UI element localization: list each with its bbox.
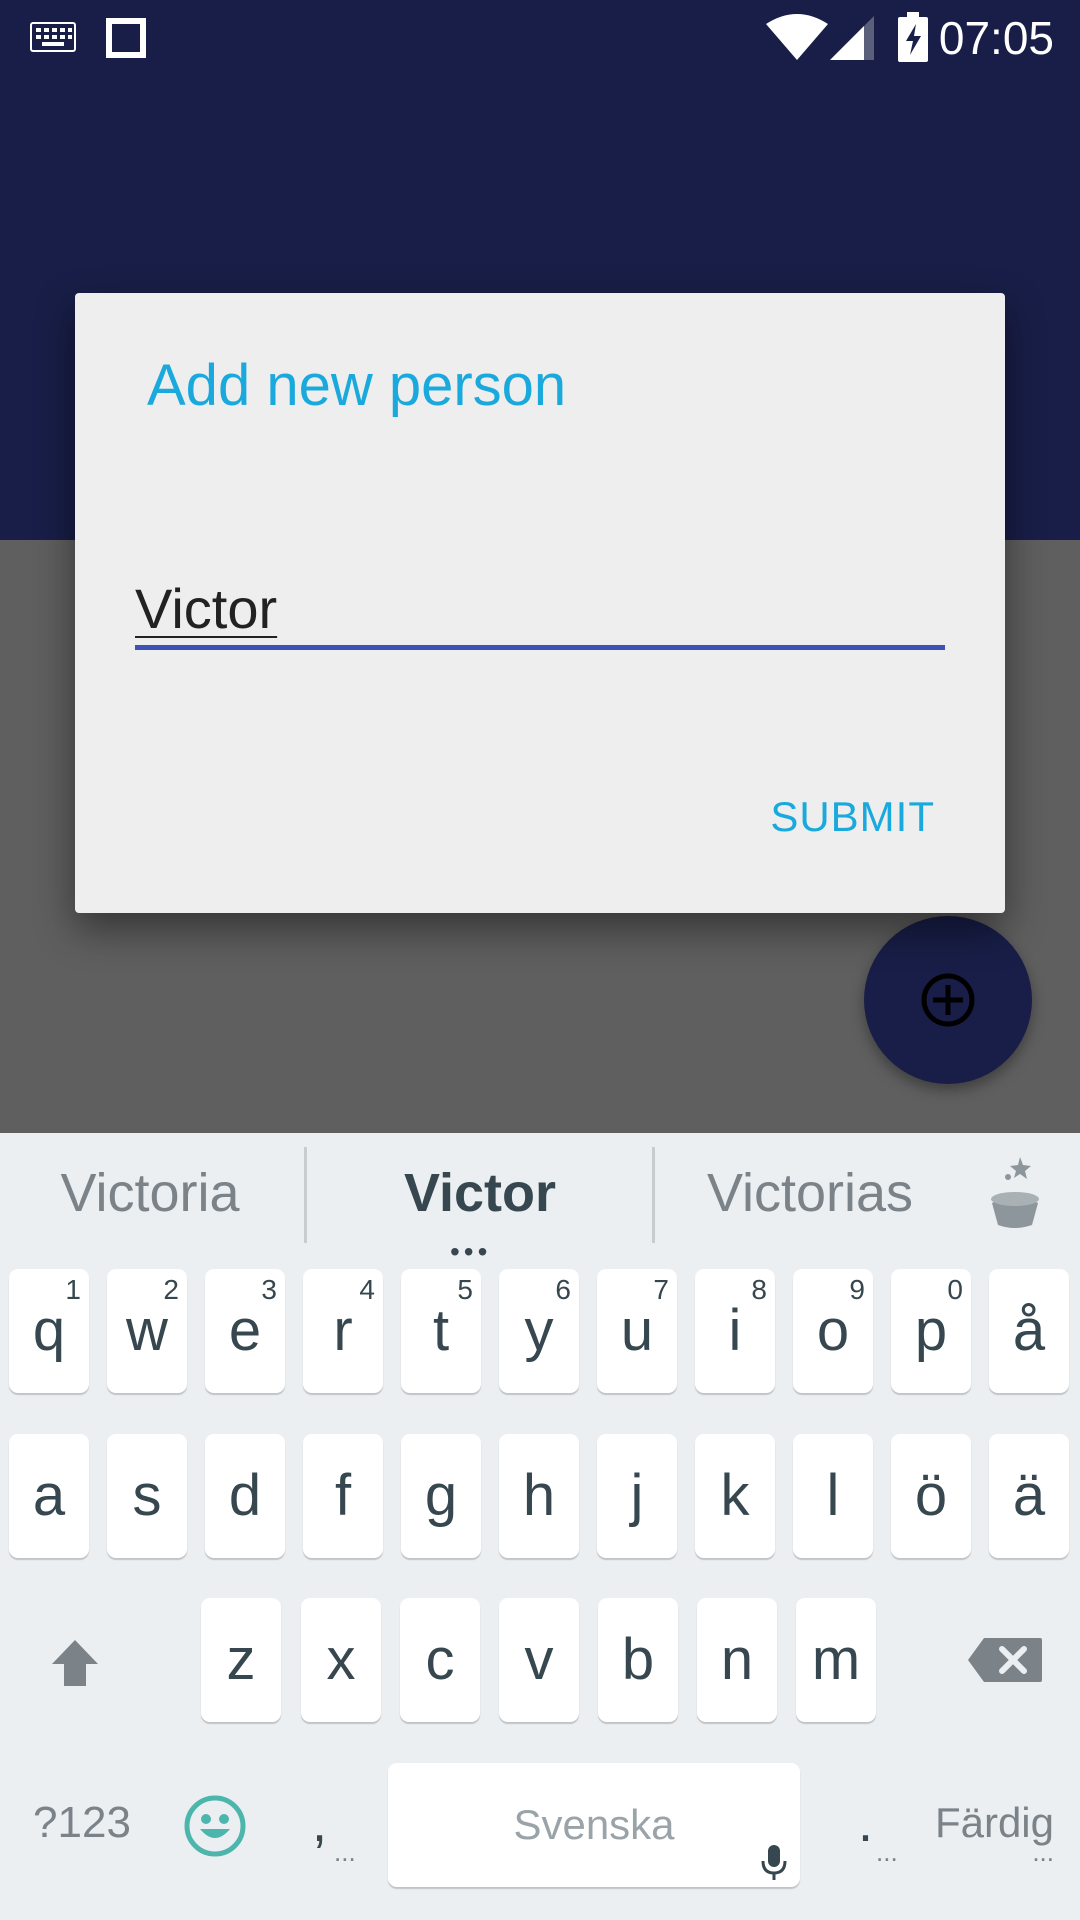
key-hint: 6: [555, 1274, 571, 1305]
soft-keyboard: Victoria Victor ••• Victorias ?123 , ...: [0, 1133, 1080, 1920]
key-h[interactable]: h: [499, 1434, 579, 1558]
suggestion-divider: [304, 1147, 307, 1243]
suggestion-center[interactable]: Victor: [320, 1153, 640, 1233]
key-å[interactable]: å: [989, 1269, 1069, 1393]
status-bar: 07:05: [0, 0, 1080, 76]
key-label: u: [620, 1298, 654, 1363]
battery-charging-icon: [898, 12, 928, 62]
backspace-key[interactable]: [968, 1638, 1042, 1682]
magic-hat-icon[interactable]: [984, 1155, 1046, 1231]
period-key[interactable]: . ...: [846, 1783, 916, 1893]
key-hint: 9: [849, 1274, 865, 1305]
key-p[interactable]: p0: [891, 1269, 971, 1393]
key-f[interactable]: f: [303, 1434, 383, 1558]
emoji-icon[interactable]: [184, 1795, 246, 1857]
key-n[interactable]: n: [697, 1598, 777, 1722]
key-hint: 1: [65, 1274, 81, 1305]
key-i[interactable]: i8: [695, 1269, 775, 1393]
wifi-icon: [766, 14, 828, 60]
key-hint: 5: [457, 1274, 473, 1305]
key-label: w: [126, 1298, 168, 1363]
key-x[interactable]: x: [301, 1598, 381, 1722]
mic-icon: [761, 1845, 787, 1880]
key-d[interactable]: d: [205, 1434, 285, 1558]
key-hint: 8: [751, 1274, 767, 1305]
key-l[interactable]: l: [793, 1434, 873, 1558]
suggestion-divider: [652, 1147, 655, 1243]
clock: 07:05: [938, 12, 1054, 64]
space-label: Svenska: [513, 1801, 675, 1848]
key-o[interactable]: o9: [793, 1269, 873, 1393]
submit-button[interactable]: SUBMIT: [770, 791, 935, 843]
key-v[interactable]: v: [499, 1598, 579, 1722]
key-ö[interactable]: ö: [891, 1434, 971, 1558]
suggestion-left[interactable]: Victoria: [30, 1153, 270, 1233]
key-label: q: [32, 1298, 66, 1363]
key-k[interactable]: k: [695, 1434, 775, 1558]
dialog-title: Add new person: [147, 353, 567, 418]
key-q[interactable]: q1: [9, 1269, 89, 1393]
comma-more: ...: [334, 1837, 356, 1867]
add-circle-icon: [921, 973, 975, 1027]
key-hint: 0: [947, 1274, 963, 1305]
done-more: ...: [1032, 1837, 1054, 1867]
input-underline: [135, 645, 945, 650]
key-hint: 7: [653, 1274, 669, 1305]
key-s[interactable]: s: [107, 1434, 187, 1558]
period-label: .: [858, 1793, 874, 1853]
key-t[interactable]: t5: [401, 1269, 481, 1393]
done-key[interactable]: Färdig ...: [930, 1783, 1070, 1893]
key-b[interactable]: b: [598, 1598, 678, 1722]
comma-key[interactable]: , ...: [300, 1783, 370, 1893]
key-w[interactable]: w2: [107, 1269, 187, 1393]
space-key[interactable]: Svenska: [388, 1763, 800, 1887]
key-label: r: [333, 1298, 353, 1363]
key-y[interactable]: y6: [499, 1269, 579, 1393]
key-label: e: [228, 1298, 262, 1363]
add-person-fab[interactable]: [864, 916, 1032, 1084]
key-r[interactable]: r4: [303, 1269, 383, 1393]
key-label: i: [728, 1298, 742, 1363]
key-label: å: [1012, 1298, 1046, 1363]
signal-icon: [830, 16, 874, 60]
suggestion-more-dots: •••: [450, 1236, 492, 1267]
key-m[interactable]: m: [796, 1598, 876, 1722]
key-e[interactable]: e3: [205, 1269, 285, 1393]
square-notification-icon: [106, 18, 146, 58]
period-more: ...: [876, 1837, 898, 1867]
keyboard-icon: [30, 22, 76, 52]
suggestion-strip: Victoria Victor ••• Victorias: [0, 1133, 1080, 1267]
key-hint: 2: [163, 1274, 179, 1305]
shift-key[interactable]: [50, 1638, 100, 1688]
comma-label: ,: [312, 1793, 328, 1853]
key-label: t: [432, 1298, 450, 1363]
key-a[interactable]: a: [9, 1434, 89, 1558]
key-label: o: [816, 1298, 850, 1363]
key-hint: 3: [261, 1274, 277, 1305]
symbols-key[interactable]: ?123: [22, 1783, 142, 1863]
key-u[interactable]: u7: [597, 1269, 677, 1393]
key-j[interactable]: j: [597, 1434, 677, 1558]
key-ä[interactable]: ä: [989, 1434, 1069, 1558]
key-hint: 4: [359, 1274, 375, 1305]
name-input[interactable]: [135, 563, 945, 653]
key-label: p: [914, 1298, 948, 1363]
add-person-dialog: Add new person SUBMIT: [75, 293, 1005, 913]
key-z[interactable]: z: [201, 1598, 281, 1722]
key-g[interactable]: g: [401, 1434, 481, 1558]
key-c[interactable]: c: [400, 1598, 480, 1722]
key-label: y: [524, 1298, 554, 1363]
suggestion-right[interactable]: Victorias: [680, 1153, 940, 1233]
